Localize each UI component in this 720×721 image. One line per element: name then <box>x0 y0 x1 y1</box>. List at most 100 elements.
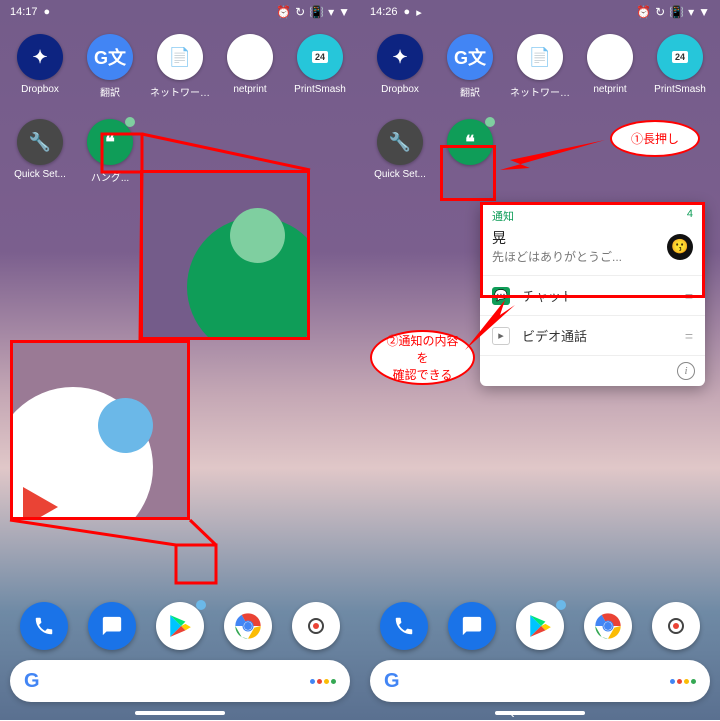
camera-icon <box>304 614 328 638</box>
google-logo-icon: G <box>384 670 400 693</box>
status-bar: 14:17 ● ⏰ ↻ 📳 ▾ ▼ <box>0 0 360 24</box>
dock-phone[interactable] <box>20 602 68 650</box>
network-icon: 📄 <box>517 34 563 80</box>
google-logo-icon: G <box>24 670 40 693</box>
app-dropbox[interactable]: ✦Dropbox <box>365 34 435 99</box>
home-pill[interactable] <box>495 711 585 715</box>
app-printsmash[interactable]: 24PrintSmash <box>285 34 355 99</box>
chat-icon: 💬 <box>492 287 510 305</box>
netprint-icon: 🖨 <box>227 34 273 80</box>
drag-handle-icon[interactable]: = <box>685 288 693 304</box>
zoom-badge-blue-icon <box>98 398 153 453</box>
vibrate-icon: 📳 <box>309 5 324 19</box>
app-netprint[interactable]: 🖨netprint <box>575 34 645 99</box>
chat-status-icon: ● <box>404 6 411 18</box>
chat-status-icon: ● <box>44 6 51 18</box>
zoom-callout-1 <box>140 170 310 340</box>
wifi-icon: ▾ <box>688 5 694 19</box>
app-quicksettings[interactable]: 🔧Quick Set... <box>5 119 75 184</box>
phone-handset-icon <box>393 615 415 637</box>
notification-sender: 晃 <box>492 228 659 248</box>
app-netprint[interactable]: 🖨netprint <box>215 34 285 99</box>
dock-messages[interactable] <box>88 602 136 650</box>
hangouts-icon: ❝ <box>447 119 493 165</box>
right-phone-screen: 14:26 ● ▸ ⏰ ↻ 📳 ▾ ▼ ✦Dropbox G文翻訳 📄ネットワー… <box>360 0 720 720</box>
notification-item[interactable]: 晃 先ほどはありがとうご... 😗 <box>480 226 705 275</box>
assistant-icon[interactable] <box>310 679 336 684</box>
dock-chrome[interactable] <box>224 602 272 650</box>
translate-icon: G文 <box>87 34 133 80</box>
app-hangouts[interactable]: ❝ <box>435 119 505 180</box>
app-translate[interactable]: G文翻訳 <box>435 34 505 99</box>
sender-avatar-icon: 😗 <box>667 234 693 260</box>
app-printsmash[interactable]: 24PrintSmash <box>645 34 715 99</box>
printsmash-icon: 24 <box>297 34 343 80</box>
longpress-popup: 通知 4 晃 先ほどはありがとうご... 😗 💬 チャット = ▸ ビデオ通話 … <box>480 202 705 386</box>
status-icons: ⏰ ↻ 📳 ▾ ▼ <box>276 5 350 19</box>
search-bar[interactable]: G <box>370 660 710 702</box>
notification-badge-icon <box>485 117 495 127</box>
shortcut-label: チャット <box>522 286 673 305</box>
netprint-icon: 🖨 <box>587 34 633 80</box>
vibrate-icon: 📳 <box>669 5 684 19</box>
signal-icon: ▼ <box>698 5 710 19</box>
dock-phone[interactable] <box>380 602 428 650</box>
app-network[interactable]: 📄ネットワークフ... <box>145 34 215 99</box>
sync-icon: ↻ <box>295 5 305 19</box>
dock-play-store[interactable] <box>516 602 564 650</box>
dock-play-store[interactable] <box>156 602 204 650</box>
popup-footer: i <box>480 355 705 386</box>
camera-icon <box>664 614 688 638</box>
shortcut-video-call[interactable]: ▸ ビデオ通話 = <box>480 315 705 355</box>
callout-1: ①長押し <box>610 120 700 157</box>
chrome-icon <box>229 607 267 645</box>
info-button[interactable]: i <box>677 362 695 380</box>
video-call-icon: ▸ <box>492 327 510 345</box>
dock <box>360 602 720 650</box>
message-icon <box>101 615 123 637</box>
home-pill[interactable] <box>135 711 225 715</box>
status-bar: 14:26 ● ▸ ⏰ ↻ 📳 ▾ ▼ <box>360 0 720 24</box>
shortcut-chat[interactable]: 💬 チャット = <box>480 275 705 315</box>
phone-handset-icon <box>33 615 55 637</box>
app-network[interactable]: 📄ネットワークフ... <box>505 34 575 99</box>
left-phone-screen: 14:17 ● ⏰ ↻ 📳 ▾ ▼ ✦Dropbox G文翻訳 📄ネットワークフ… <box>0 0 360 720</box>
printsmash-icon: 24 <box>657 34 703 80</box>
alarm-icon: ⏰ <box>276 5 291 19</box>
signal-icon: ▼ <box>338 5 350 19</box>
app-hangouts[interactable]: ❝ハング... <box>75 119 145 184</box>
dock-chrome[interactable] <box>584 602 632 650</box>
translate-icon: G文 <box>447 34 493 80</box>
drag-handle-icon[interactable]: = <box>685 328 693 344</box>
dropbox-icon: ✦ <box>17 34 63 80</box>
quicksettings-icon: 🔧 <box>377 119 423 165</box>
app-quicksettings[interactable]: 🔧Quick Set... <box>365 119 435 180</box>
alarm-icon: ⏰ <box>636 5 651 19</box>
callout-2: ②通知の内容を 確認できる <box>370 330 475 385</box>
popup-title: 通知 <box>492 208 514 224</box>
app-translate[interactable]: G文翻訳 <box>75 34 145 99</box>
zoom-callout-2 <box>10 340 190 520</box>
wifi-icon: ▾ <box>328 5 334 19</box>
nav-bar: ‹ <box>360 706 720 720</box>
popup-count: 4 <box>687 208 693 224</box>
assistant-icon[interactable] <box>670 679 696 684</box>
chrome-icon <box>589 607 627 645</box>
search-bar[interactable]: G <box>10 660 350 702</box>
notification-badge-icon <box>196 600 206 610</box>
dock-camera[interactable] <box>292 602 340 650</box>
play-store-icon <box>527 613 553 639</box>
notification-badge-icon <box>125 117 135 127</box>
time-label: 14:17 <box>10 6 38 18</box>
dock-messages[interactable] <box>448 602 496 650</box>
nav-bar <box>0 706 360 720</box>
back-button[interactable]: ‹ <box>510 705 515 721</box>
hangouts-icon: ❝ <box>87 119 133 165</box>
chat-status-icon: ▸ <box>416 6 422 19</box>
sync-icon: ↻ <box>655 5 665 19</box>
app-dropbox[interactable]: ✦Dropbox <box>5 34 75 99</box>
notification-message: 先ほどはありがとうご... <box>492 248 659 265</box>
shortcut-label: ビデオ通話 <box>522 326 673 345</box>
quicksettings-icon: 🔧 <box>17 119 63 165</box>
dock-camera[interactable] <box>652 602 700 650</box>
